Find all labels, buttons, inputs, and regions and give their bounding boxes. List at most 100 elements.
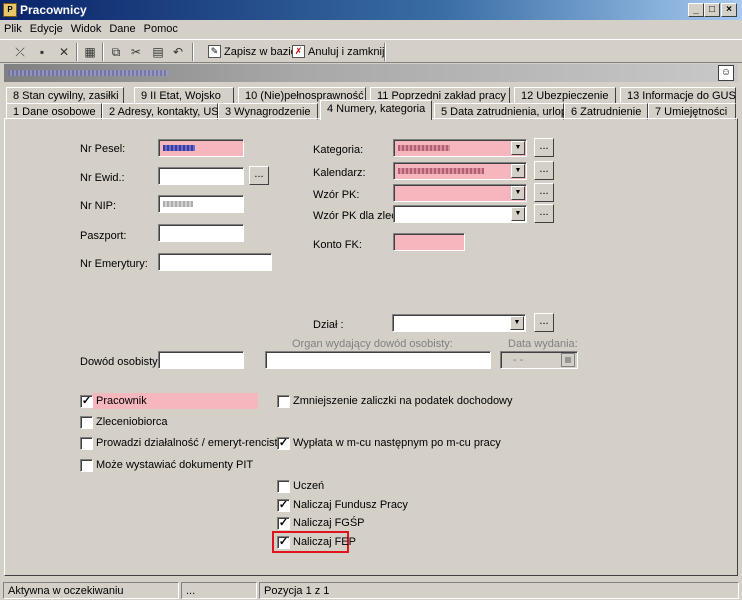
wzor-pk-zlec-browse-button[interactable]: ... [534, 204, 554, 223]
status-left: Aktywna w oczekiwaniu [3, 582, 179, 599]
menu-dane[interactable]: Dane [105, 21, 139, 38]
konto-fk-input[interactable] [393, 233, 465, 251]
ewid-browse-button[interactable]: ... [249, 166, 269, 185]
menu-pomoc[interactable]: Pomoc [140, 21, 182, 38]
toolbar: ⤫ ▪ ✕ ▦ ⧉ ✂ ▤ ↶ ✎ Zapisz w bazie ✗ Anuluj … [0, 39, 742, 63]
wzor-pk-select[interactable]: ▼ [393, 184, 527, 202]
fep-label: Naliczaj FEP [293, 536, 356, 548]
tab-numery-kategoria[interactable]: 4 Numery, kategoria [320, 100, 432, 120]
pesel-label: Nr Pesel: [80, 143, 126, 155]
close-button[interactable]: × [721, 3, 737, 17]
cancel-close-button[interactable]: ✗ Anuluj i zamknij [290, 42, 384, 62]
fgsp-label: Naliczaj FGŚP [293, 517, 365, 529]
pit-checkbox[interactable] [80, 459, 93, 472]
undo-icon[interactable]: ↶ [168, 42, 188, 62]
fundusz-pracy-checkbox[interactable]: ✓ [277, 499, 290, 512]
zleceniobiorca-label: Zleceniobiorca [96, 416, 168, 428]
kalendarz-browse-button[interactable]: ... [534, 161, 554, 180]
wyplata-label: Wypłata w m-cu następnym po m-cu pracy [293, 437, 501, 449]
title-bar[interactable]: Pracownicy [0, 0, 742, 20]
tab-ii-etat[interactable]: 9 II Etat, Wojsko [134, 87, 234, 104]
paszport-label: Paszport: [80, 230, 127, 242]
exit-icon[interactable]: ⤫ [10, 42, 30, 62]
uczen-label: Uczeń [293, 480, 325, 492]
kategoria-select[interactable]: ▼ [393, 139, 527, 157]
pracownik-checkbox[interactable]: ✓ [80, 395, 93, 408]
dowod-label: Dowód osobisty: [80, 356, 161, 368]
kategoria-value-redacted [398, 145, 450, 151]
organ-input[interactable] [265, 351, 491, 369]
emerytury-label: Nr Emerytury: [80, 258, 148, 270]
chevron-down-icon[interactable]: ▼ [511, 141, 525, 155]
chevron-down-icon[interactable]: ▼ [511, 186, 525, 200]
tab-stan-cywilny[interactable]: 8 Stan cywilny, zasiłki [6, 87, 124, 104]
konto-fk-label: Konto FK: [313, 239, 362, 251]
nip-value-redacted [163, 201, 193, 207]
fundusz-pracy-label: Naliczaj Fundusz Pracy [293, 499, 408, 511]
delete-icon[interactable]: ✕ [54, 42, 74, 62]
menu-plik[interactable]: Plik [0, 21, 26, 38]
uczen-checkbox[interactable] [277, 480, 290, 493]
pesel-input[interactable] [158, 139, 244, 157]
menu-bar: Plik Edycje Widok Dane Pomoc [0, 21, 742, 38]
wzor-pk-zlec-select[interactable]: ▼ [393, 205, 527, 223]
tab-ubezpieczenie[interactable]: 12 Ubezpieczenie [514, 87, 616, 104]
kategoria-label: Kategoria: [313, 144, 364, 156]
kalendarz-label: Kalendarz: [313, 167, 366, 179]
pracownik-label: Pracownik [96, 395, 147, 407]
wzor-pk-browse-button[interactable]: ... [534, 183, 554, 202]
save-icon: ✎ [208, 45, 221, 58]
dzial-label: Dział : [313, 319, 344, 331]
paste-icon[interactable]: ▤ [148, 42, 168, 62]
zleceniobiorca-checkbox[interactable] [80, 416, 93, 429]
properties-icon[interactable]: ▦ [80, 42, 100, 62]
user-icon[interactable]: ☺ [718, 65, 734, 81]
toolbar-separator [192, 43, 194, 61]
zmniejszenie-zaliczki-checkbox[interactable] [277, 395, 290, 408]
dzialalnosc-checkbox[interactable] [80, 437, 93, 450]
cut-icon[interactable]: ✂ [126, 42, 146, 62]
chevron-down-icon[interactable]: ▼ [510, 316, 524, 330]
kategoria-browse-button[interactable]: ... [534, 138, 554, 157]
employee-header-strip: ☺ [4, 64, 738, 82]
dzial-select[interactable]: ▼ [392, 314, 526, 332]
kalendarz-value-redacted [398, 168, 484, 174]
data-wydania-input[interactable]: - - ▦ [500, 351, 578, 369]
status-position: Pozycja 1 z 1 [259, 582, 739, 599]
ewid-label: Nr Ewid.: [80, 172, 125, 184]
menu-edycje[interactable]: Edycje [26, 21, 67, 38]
window-title: Pracownicy [20, 3, 87, 17]
status-middle: ... [181, 582, 257, 599]
fep-checkbox[interactable]: ✓ [277, 536, 290, 549]
menu-widok[interactable]: Widok [67, 21, 106, 38]
nip-label: Nr NIP: [80, 200, 117, 212]
chevron-down-icon[interactable]: ▼ [511, 207, 525, 221]
employee-name-redacted [8, 70, 168, 76]
calendar-icon[interactable]: ▦ [561, 353, 575, 367]
app-icon[interactable]: P [3, 3, 17, 17]
dzial-browse-button[interactable]: ... [534, 313, 554, 332]
organ-label: Organ wydający dowód osobisty: [292, 338, 453, 350]
paszport-input[interactable] [158, 224, 244, 242]
save-disk-icon[interactable]: ▪ [32, 42, 52, 62]
wzor-pk-label: Wzór PK: [313, 189, 360, 201]
dowod-input[interactable] [158, 351, 244, 369]
emerytury-input[interactable] [158, 253, 272, 271]
minimize-button[interactable]: _ [688, 3, 704, 17]
dzialalnosc-label: Prowadzi działalność / emeryt-rencista [96, 437, 284, 449]
maximize-button[interactable]: □ [704, 3, 720, 17]
nip-input[interactable] [158, 195, 244, 213]
toolbar-separator [76, 43, 78, 61]
tab-informacje-gus[interactable]: 13 Informacje do GUS [620, 87, 736, 104]
data-wydania-value: - - [513, 354, 524, 366]
data-wydania-label: Data wydania: [508, 338, 578, 350]
toolbar-separator [102, 43, 104, 61]
kalendarz-select[interactable]: ▼ [393, 162, 527, 180]
ewid-input[interactable] [158, 167, 244, 185]
fgsp-checkbox[interactable]: ✓ [277, 517, 290, 530]
pit-label: Może wystawiać dokumenty PIT [96, 459, 254, 471]
chevron-down-icon[interactable]: ▼ [511, 164, 525, 178]
wyplata-checkbox[interactable]: ✓ [277, 437, 290, 450]
save-button[interactable]: ✎ Zapisz w bazie [206, 42, 297, 62]
copy-icon[interactable]: ⧉ [106, 42, 126, 62]
